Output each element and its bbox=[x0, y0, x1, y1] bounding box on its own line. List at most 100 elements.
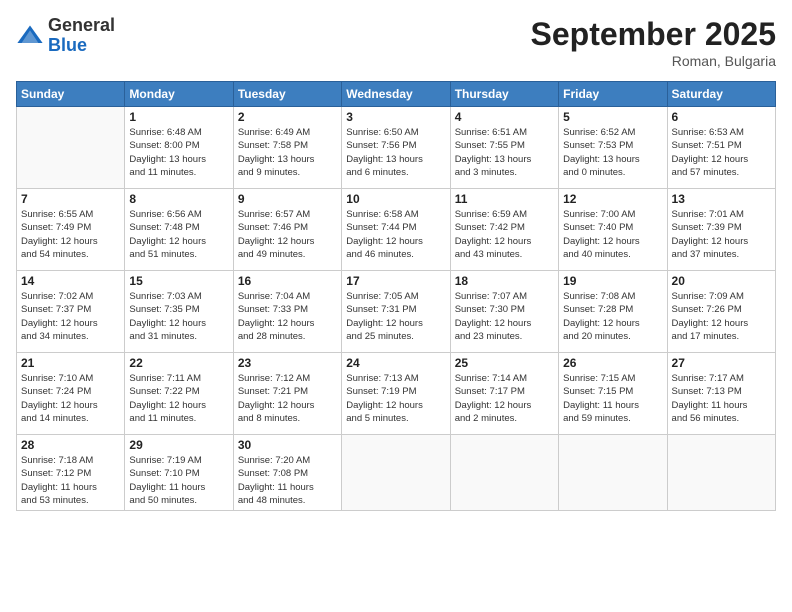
logo: General Blue bbox=[16, 16, 115, 56]
day-info: Sunrise: 6:55 AM Sunset: 7:49 PM Dayligh… bbox=[21, 208, 120, 261]
calendar-cell bbox=[667, 435, 775, 511]
calendar-header-row: SundayMondayTuesdayWednesdayThursdayFrid… bbox=[17, 82, 776, 107]
day-info: Sunrise: 6:48 AM Sunset: 8:00 PM Dayligh… bbox=[129, 126, 228, 179]
calendar-cell: 1 Sunrise: 6:48 AM Sunset: 8:00 PM Daylig… bbox=[125, 107, 233, 189]
calendar-week-row: 21 Sunrise: 7:10 AM Sunset: 7:24 PM Dayli… bbox=[17, 353, 776, 435]
day-number: 29 bbox=[129, 438, 228, 452]
calendar-cell: 12 Sunrise: 7:00 AM Sunset: 7:40 PM Dayli… bbox=[559, 189, 667, 271]
day-number: 28 bbox=[21, 438, 120, 452]
calendar-cell: 19 Sunrise: 7:08 AM Sunset: 7:28 PM Dayli… bbox=[559, 271, 667, 353]
day-info: Sunrise: 7:03 AM Sunset: 7:35 PM Dayligh… bbox=[129, 290, 228, 343]
day-info: Sunrise: 7:14 AM Sunset: 7:17 PM Dayligh… bbox=[455, 372, 554, 425]
calendar-cell bbox=[450, 435, 558, 511]
day-number: 23 bbox=[238, 356, 337, 370]
day-number: 2 bbox=[238, 110, 337, 124]
calendar-week-row: 7 Sunrise: 6:55 AM Sunset: 7:49 PM Daylig… bbox=[17, 189, 776, 271]
day-number: 22 bbox=[129, 356, 228, 370]
calendar-cell: 30Sunrise: 7:20 AM Sunset: 7:08 PM Dayli… bbox=[233, 435, 341, 511]
day-info: Sunrise: 6:52 AM Sunset: 7:53 PM Dayligh… bbox=[563, 126, 662, 179]
day-info: Sunrise: 6:58 AM Sunset: 7:44 PM Dayligh… bbox=[346, 208, 445, 261]
day-info: Sunrise: 6:50 AM Sunset: 7:56 PM Dayligh… bbox=[346, 126, 445, 179]
logo-blue: Blue bbox=[48, 35, 87, 55]
calendar-cell: 23 Sunrise: 7:12 AM Sunset: 7:21 PM Dayli… bbox=[233, 353, 341, 435]
calendar-cell: 29 Sunrise: 7:19 AM Sunset: 7:10 PM Dayli… bbox=[125, 435, 233, 511]
calendar-cell bbox=[559, 435, 667, 511]
day-number: 16 bbox=[238, 274, 337, 288]
calendar-cell bbox=[342, 435, 450, 511]
calendar-cell: 4Sunrise: 6:51 AM Sunset: 7:55 PM Daylig… bbox=[450, 107, 558, 189]
header-saturday: Saturday bbox=[667, 82, 775, 107]
day-info: Sunrise: 7:12 AM Sunset: 7:21 PM Dayligh… bbox=[238, 372, 337, 425]
day-number: 9 bbox=[238, 192, 337, 206]
day-number: 19 bbox=[563, 274, 662, 288]
month-title: September 2025 bbox=[531, 16, 776, 53]
calendar-cell: 11 Sunrise: 6:59 AM Sunset: 7:42 PM Dayli… bbox=[450, 189, 558, 271]
logo-general: General bbox=[48, 15, 115, 35]
calendar-cell: 13Sunrise: 7:01 AM Sunset: 7:39 PM Dayli… bbox=[667, 189, 775, 271]
calendar-cell: 17 Sunrise: 7:05 AM Sunset: 7:31 PM Dayli… bbox=[342, 271, 450, 353]
day-info: Sunrise: 6:57 AM Sunset: 7:46 PM Dayligh… bbox=[238, 208, 337, 261]
calendar-cell: 8 Sunrise: 6:56 AM Sunset: 7:48 PM Daylig… bbox=[125, 189, 233, 271]
day-info: Sunrise: 6:49 AM Sunset: 7:58 PM Dayligh… bbox=[238, 126, 337, 179]
day-info: Sunrise: 7:15 AM Sunset: 7:15 PM Dayligh… bbox=[563, 372, 662, 425]
day-info: Sunrise: 7:13 AM Sunset: 7:19 PM Dayligh… bbox=[346, 372, 445, 425]
day-number: 27 bbox=[672, 356, 771, 370]
day-number: 17 bbox=[346, 274, 445, 288]
day-info: Sunrise: 6:53 AM Sunset: 7:51 PM Dayligh… bbox=[672, 126, 771, 179]
header-friday: Friday bbox=[559, 82, 667, 107]
day-number: 7 bbox=[21, 192, 120, 206]
calendar: SundayMondayTuesdayWednesdayThursdayFrid… bbox=[16, 81, 776, 511]
day-number: 14 bbox=[21, 274, 120, 288]
day-number: 11 bbox=[455, 192, 554, 206]
location: Roman, Bulgaria bbox=[531, 53, 776, 69]
day-info: Sunrise: 7:08 AM Sunset: 7:28 PM Dayligh… bbox=[563, 290, 662, 343]
calendar-cell: 3 Sunrise: 6:50 AM Sunset: 7:56 PM Daylig… bbox=[342, 107, 450, 189]
calendar-cell: 15Sunrise: 7:03 AM Sunset: 7:35 PM Dayli… bbox=[125, 271, 233, 353]
calendar-cell: 24 Sunrise: 7:13 AM Sunset: 7:19 PM Dayli… bbox=[342, 353, 450, 435]
calendar-cell: 9 Sunrise: 6:57 AM Sunset: 7:46 PM Daylig… bbox=[233, 189, 341, 271]
calendar-cell: 16 Sunrise: 7:04 AM Sunset: 7:33 PM Dayli… bbox=[233, 271, 341, 353]
header-wednesday: Wednesday bbox=[342, 82, 450, 107]
day-info: Sunrise: 7:04 AM Sunset: 7:33 PM Dayligh… bbox=[238, 290, 337, 343]
calendar-cell: 5 Sunrise: 6:52 AM Sunset: 7:53 PM Daylig… bbox=[559, 107, 667, 189]
calendar-cell: 18Sunrise: 7:07 AM Sunset: 7:30 PM Dayli… bbox=[450, 271, 558, 353]
calendar-week-row: 28 Sunrise: 7:18 AM Sunset: 7:12 PM Dayli… bbox=[17, 435, 776, 511]
day-number: 21 bbox=[21, 356, 120, 370]
day-number: 4 bbox=[455, 110, 554, 124]
calendar-cell: 10 Sunrise: 6:58 AM Sunset: 7:44 PM Dayli… bbox=[342, 189, 450, 271]
calendar-cell: 27Sunrise: 7:17 AM Sunset: 7:13 PM Dayli… bbox=[667, 353, 775, 435]
day-info: Sunrise: 7:10 AM Sunset: 7:24 PM Dayligh… bbox=[21, 372, 120, 425]
day-number: 3 bbox=[346, 110, 445, 124]
header-tuesday: Tuesday bbox=[233, 82, 341, 107]
header-monday: Monday bbox=[125, 82, 233, 107]
calendar-cell: 7 Sunrise: 6:55 AM Sunset: 7:49 PM Daylig… bbox=[17, 189, 125, 271]
day-info: Sunrise: 6:59 AM Sunset: 7:42 PM Dayligh… bbox=[455, 208, 554, 261]
page-header: General Blue September 2025 Roman, Bulga… bbox=[16, 16, 776, 69]
calendar-cell: 21 Sunrise: 7:10 AM Sunset: 7:24 PM Dayli… bbox=[17, 353, 125, 435]
day-number: 20 bbox=[672, 274, 771, 288]
calendar-cell: 26 Sunrise: 7:15 AM Sunset: 7:15 PM Dayli… bbox=[559, 353, 667, 435]
header-sunday: Sunday bbox=[17, 82, 125, 107]
day-number: 24 bbox=[346, 356, 445, 370]
day-number: 12 bbox=[563, 192, 662, 206]
day-number: 1 bbox=[129, 110, 228, 124]
day-info: Sunrise: 7:19 AM Sunset: 7:10 PM Dayligh… bbox=[129, 454, 228, 507]
header-thursday: Thursday bbox=[450, 82, 558, 107]
calendar-cell: 2 Sunrise: 6:49 AM Sunset: 7:58 PM Daylig… bbox=[233, 107, 341, 189]
day-info: Sunrise: 6:56 AM Sunset: 7:48 PM Dayligh… bbox=[129, 208, 228, 261]
day-number: 13 bbox=[672, 192, 771, 206]
day-info: Sunrise: 7:11 AM Sunset: 7:22 PM Dayligh… bbox=[129, 372, 228, 425]
day-number: 30 bbox=[238, 438, 337, 452]
day-info: Sunrise: 7:02 AM Sunset: 7:37 PM Dayligh… bbox=[21, 290, 120, 343]
day-number: 26 bbox=[563, 356, 662, 370]
day-number: 5 bbox=[563, 110, 662, 124]
day-info: Sunrise: 7:00 AM Sunset: 7:40 PM Dayligh… bbox=[563, 208, 662, 261]
day-number: 10 bbox=[346, 192, 445, 206]
calendar-cell bbox=[17, 107, 125, 189]
day-info: Sunrise: 7:18 AM Sunset: 7:12 PM Dayligh… bbox=[21, 454, 120, 507]
calendar-cell: 20Sunrise: 7:09 AM Sunset: 7:26 PM Dayli… bbox=[667, 271, 775, 353]
day-info: Sunrise: 7:05 AM Sunset: 7:31 PM Dayligh… bbox=[346, 290, 445, 343]
calendar-cell: 6Sunrise: 6:53 AM Sunset: 7:51 PM Daylig… bbox=[667, 107, 775, 189]
calendar-cell: 14 Sunrise: 7:02 AM Sunset: 7:37 PM Dayli… bbox=[17, 271, 125, 353]
day-number: 8 bbox=[129, 192, 228, 206]
